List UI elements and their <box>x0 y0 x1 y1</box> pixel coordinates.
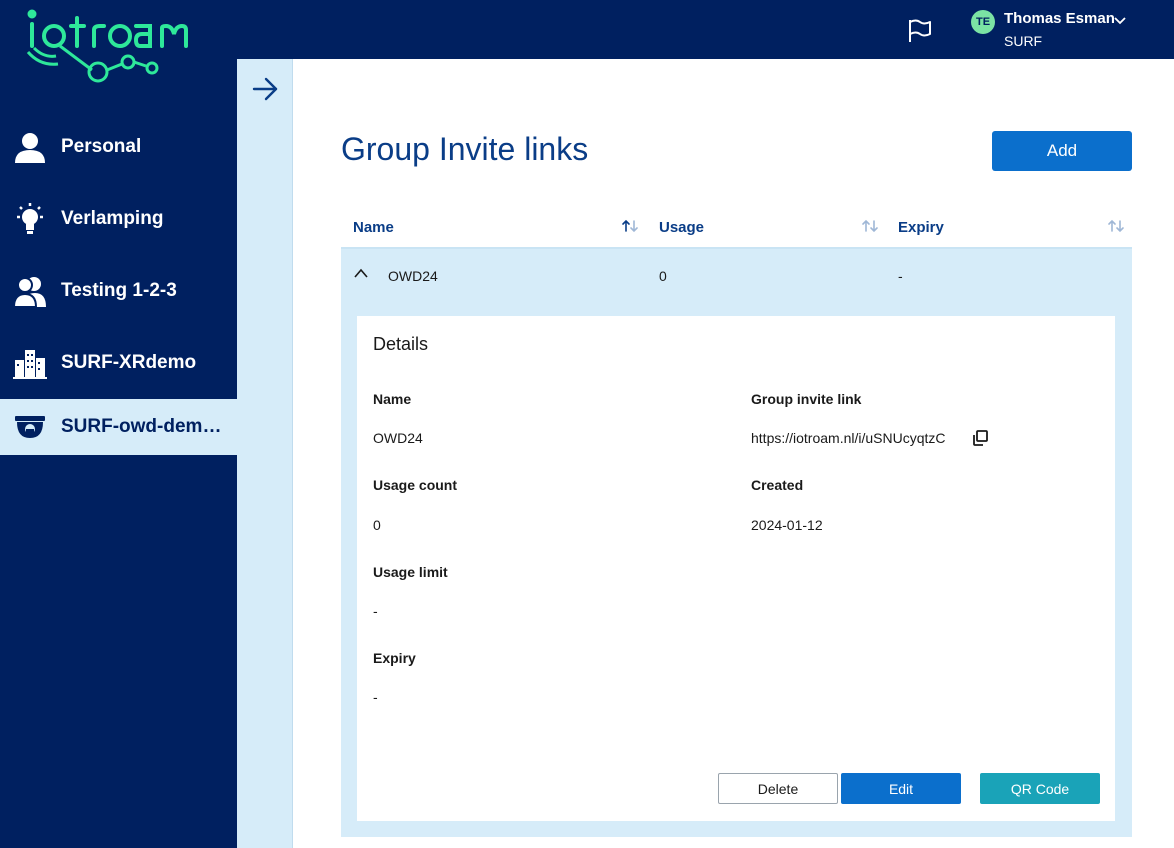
details-panel: Details Name OWD24 Group invite link htt… <box>357 316 1115 821</box>
sidebar-item-label: SURF-XRdemo <box>61 352 197 373</box>
sidebar-item-label: Personal <box>61 136 142 157</box>
sidebar-item-label: Verlamping <box>61 208 164 229</box>
created-label: Created <box>751 477 804 493</box>
buildings-icon <box>12 345 48 381</box>
logo-graphic <box>26 9 188 83</box>
cell-name: OWD24 <box>388 268 438 284</box>
usage-limit-label: Usage limit <box>373 564 448 580</box>
user-organization: SURF <box>1004 33 1043 49</box>
sidebar-item-label: SURF-owd-demo... <box>61 416 226 437</box>
page-title: Group Invite links <box>341 131 589 167</box>
sidebar-item-verlamping[interactable]: Verlamping <box>0 183 237 255</box>
invite-links-table: Name Usage Expiry OWD24 0 - Details Name… <box>341 203 1132 837</box>
arrow-right-icon[interactable] <box>251 75 279 103</box>
sidebar-item-testing[interactable]: Testing 1-2-3 <box>0 255 237 327</box>
collapse-rail <box>237 59 293 848</box>
add-button[interactable]: Add <box>992 131 1132 171</box>
sidebar-item-surf-xrdemo[interactable]: SURF-XRdemo <box>0 327 237 399</box>
sort-icon[interactable] <box>861 219 879 233</box>
group-invite-link-value[interactable]: https://iotroam.nl/i/uSNUcyqtzC <box>751 430 946 446</box>
table-header: Name Usage Expiry <box>341 203 1132 249</box>
sidebar-item-personal[interactable]: Personal <box>0 111 237 183</box>
user-name: Thomas Esman <box>1004 10 1115 27</box>
usage-limit-value: - <box>373 603 378 619</box>
security-camera-icon <box>12 409 48 445</box>
cell-usage: 0 <box>659 268 667 284</box>
column-header-usage[interactable]: Usage <box>659 219 704 236</box>
lightbulb-icon <box>12 201 48 237</box>
column-header-name[interactable]: Name <box>353 219 394 236</box>
edit-button[interactable]: Edit <box>841 773 961 804</box>
sidebar-nav: Personal Verlamping Testing 1-2-3 SURF-X… <box>0 111 237 455</box>
flag-icon[interactable] <box>907 18 933 44</box>
iotroam-logo[interactable] <box>22 6 212 86</box>
expiry-value: - <box>373 689 378 705</box>
created-value: 2024-01-12 <box>751 517 823 533</box>
qr-code-button[interactable]: QR Code <box>980 773 1100 804</box>
group-invite-link-label: Group invite link <box>751 391 862 407</box>
usage-count-value: 0 <box>373 517 381 533</box>
copy-icon[interactable] <box>971 429 989 447</box>
expanded-row: OWD24 0 - Details Name OWD24 Group invit… <box>341 249 1132 837</box>
sort-asc-icon[interactable] <box>621 219 639 233</box>
expiry-label: Expiry <box>373 650 416 666</box>
usage-count-label: Usage count <box>373 477 458 493</box>
sort-icon[interactable] <box>1107 219 1125 233</box>
delete-button[interactable]: Delete <box>718 773 838 804</box>
column-header-expiry[interactable]: Expiry <box>898 219 944 236</box>
group-icon <box>12 273 48 309</box>
chevron-up-icon[interactable] <box>353 267 369 279</box>
avatar: TE <box>971 10 995 34</box>
name-label: Name <box>373 391 412 407</box>
person-icon <box>12 129 48 165</box>
table-row[interactable]: OWD24 0 - <box>341 249 1132 303</box>
cell-expiry: - <box>898 268 903 284</box>
sidebar: Personal Verlamping Testing 1-2-3 SURF-X… <box>0 0 237 848</box>
name-value: OWD24 <box>373 430 423 446</box>
top-bar: TE Thomas Esman SURF <box>237 0 1174 59</box>
details-title: Details <box>373 334 429 354</box>
chevron-down-icon <box>1114 17 1126 25</box>
sidebar-item-label: Testing 1-2-3 <box>61 280 177 301</box>
sidebar-item-surf-owd-demo[interactable]: SURF-owd-demo... <box>0 399 237 455</box>
main-content: Group Invite links Add Name Usage Expiry… <box>293 59 1174 848</box>
